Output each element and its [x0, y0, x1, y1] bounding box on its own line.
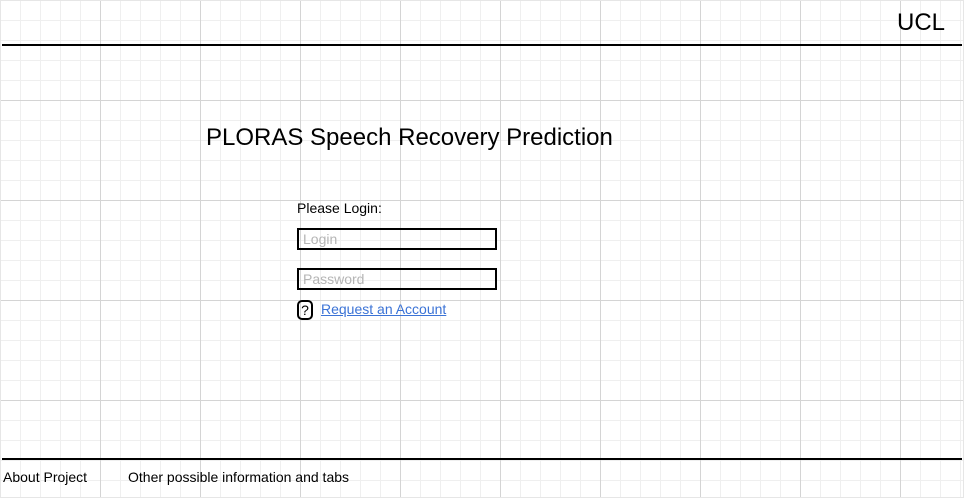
login-input[interactable]	[297, 228, 497, 250]
page-title: PLORAS Speech Recovery Prediction	[206, 124, 613, 151]
request-account-link[interactable]: Request an Account	[321, 301, 446, 318]
login-prompt-label: Please Login:	[297, 200, 382, 216]
footer-divider	[2, 458, 962, 460]
password-input[interactable]	[297, 268, 497, 290]
header-divider	[2, 44, 962, 46]
help-question-icon[interactable]: ?	[297, 300, 313, 320]
footer-link-about-project[interactable]: About Project	[3, 469, 87, 486]
footer-link-other-info[interactable]: Other possible information and tabs	[128, 469, 349, 486]
ucl-logo: UCL	[896, 9, 945, 36]
